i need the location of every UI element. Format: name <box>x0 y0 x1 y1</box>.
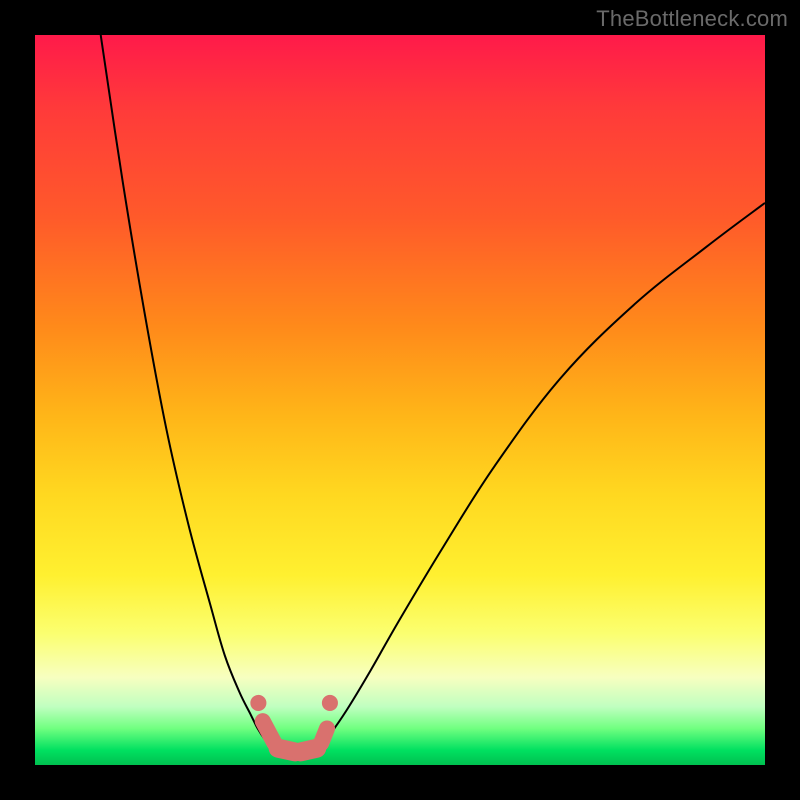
marker-dot-0 <box>250 695 266 711</box>
series-right-branch <box>316 203 765 751</box>
marker-group <box>250 695 338 752</box>
chart-frame: TheBottleneck.com <box>0 0 800 800</box>
bottleneck-curve-svg <box>35 35 765 765</box>
plot-area <box>35 35 765 765</box>
marker-dot-1 <box>322 695 338 711</box>
watermark-text: TheBottleneck.com <box>596 6 788 32</box>
marker-capsule-2 <box>263 721 275 743</box>
series-left-branch <box>101 35 280 750</box>
curve-group <box>101 35 765 754</box>
marker-capsule-4 <box>301 748 317 752</box>
marker-capsule-5 <box>321 729 327 744</box>
